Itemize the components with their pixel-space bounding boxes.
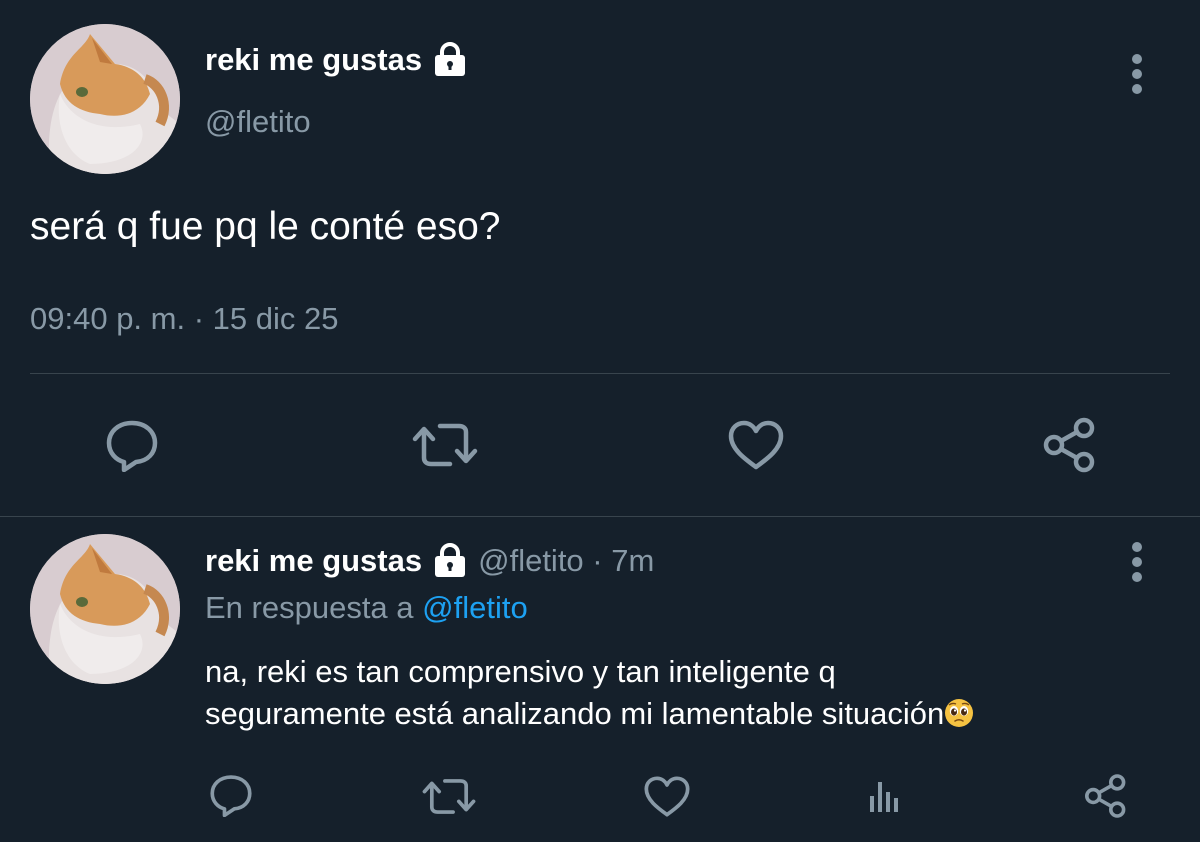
display-name-text[interactable]: reki me gustas <box>205 543 422 579</box>
reply-text: na, reki es tan comprensivo y tan inteli… <box>205 651 1165 735</box>
analytics-button[interactable] <box>860 772 910 820</box>
reply-button[interactable] <box>205 770 257 820</box>
divider <box>30 373 1170 374</box>
reply-button[interactable] <box>100 415 164 475</box>
speech-bubble-icon <box>106 420 158 472</box>
reply-text-line-2: seguramente está analizando mi lamentabl… <box>205 693 1165 735</box>
tweet-text: será q fue pq le conté eso? <box>30 205 501 248</box>
more-options-icon[interactable] <box>1127 540 1147 584</box>
retweet-icon <box>412 423 478 467</box>
retweet-button[interactable] <box>410 415 480 475</box>
in-reply-handle-link[interactable]: @fletito <box>422 590 528 625</box>
avatar[interactable] <box>30 24 180 174</box>
share-icon <box>1043 417 1095 473</box>
cat-avatar-image <box>30 534 180 684</box>
share-button[interactable] <box>1080 770 1132 822</box>
retweet-icon <box>422 778 476 814</box>
pleading-face-emoji-icon <box>944 697 974 727</box>
cat-avatar-image <box>30 24 180 174</box>
like-button[interactable] <box>640 772 694 820</box>
display-name-text: reki me gustas <box>205 42 423 77</box>
share-icon <box>1085 774 1126 818</box>
display-name[interactable]: reki me gustas <box>205 42 468 78</box>
user-handle-time[interactable]: @fletito · 7m <box>478 543 654 579</box>
reply-header: reki me gustas @fletito · 7m <box>205 543 654 579</box>
retweet-button[interactable] <box>420 772 478 820</box>
in-reply-prefix: En respuesta a <box>205 590 423 625</box>
more-options-icon[interactable] <box>1127 52 1147 96</box>
lock-icon <box>432 543 468 579</box>
user-handle[interactable]: @fletito <box>205 104 311 140</box>
bar-chart-icon <box>870 782 898 812</box>
heart-icon <box>644 775 690 817</box>
reply-text-line: seguramente está analizando mi lamentabl… <box>205 696 945 731</box>
speech-bubble-icon <box>210 775 252 817</box>
lock-icon <box>432 42 468 78</box>
in-reply-to: En respuesta a @fletito <box>205 590 528 626</box>
like-button[interactable] <box>724 415 788 475</box>
share-button[interactable] <box>1038 413 1102 477</box>
reply-text-line: na, reki es tan comprensivo y tan inteli… <box>205 654 836 689</box>
divider <box>0 516 1200 517</box>
tweet-timestamp[interactable]: 09:40 p. m. · 15 dic 25 <box>30 301 338 337</box>
heart-icon <box>728 420 784 470</box>
avatar[interactable] <box>30 534 180 684</box>
